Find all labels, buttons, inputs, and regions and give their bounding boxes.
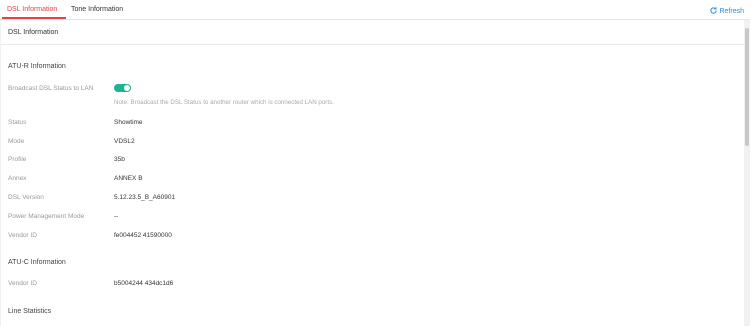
panel-title: DSL Information: [8, 29, 59, 36]
profile-label: Profile: [8, 156, 27, 163]
profile-value: 35b: [114, 156, 125, 163]
dsl-info-panel: DSL Information ATU-R Information Broadc…: [1, 20, 744, 326]
refresh-label: Refresh: [719, 8, 744, 15]
atuc-section-title: ATU-C Information: [8, 259, 66, 266]
power-management-label: Power Management Mode: [8, 213, 85, 220]
atuc-vendor-id-label: Vendor ID: [8, 280, 37, 287]
dsl-version-value: 5.12.23.5_B_A60901: [114, 194, 176, 201]
mode-value: VDSL2: [114, 138, 135, 145]
toggle-knob: [124, 85, 130, 91]
tab-dsl-information[interactable]: DSL Information: [7, 6, 57, 13]
tab-bar: DSL Information Tone Information Refresh: [0, 0, 750, 20]
broadcast-note: Note: Broadcast the DSL Status to anothe…: [114, 99, 334, 106]
tab-tone-information[interactable]: Tone Information: [71, 6, 123, 13]
annex-label: Annex: [8, 175, 27, 182]
status-label: Status: [8, 119, 27, 126]
annex-value: ANNEX B: [114, 175, 143, 182]
broadcast-label: Broadcast DSL Status to LAN: [8, 85, 94, 92]
power-management-value: --: [114, 213, 119, 220]
scrollbar-thumb[interactable]: [745, 28, 749, 146]
broadcast-toggle[interactable]: [114, 84, 131, 92]
line-statistics-title: Line Statistics: [8, 308, 52, 315]
dsl-version-label: DSL Version: [8, 194, 44, 201]
status-value: Showtime: [114, 119, 143, 126]
vendor-id-label: Vendor ID: [8, 232, 37, 239]
vendor-id-value: fe004452 41590000: [114, 232, 172, 239]
panel-header: DSL Information: [1, 20, 744, 45]
active-tab-indicator: [2, 17, 66, 19]
mode-label: Mode: [8, 138, 25, 145]
atuc-vendor-id-value: b5004244 434dc1d6: [114, 280, 174, 287]
atur-section-title: ATU-R Information: [8, 63, 66, 70]
refresh-button[interactable]: Refresh: [709, 6, 744, 15]
refresh-icon: [710, 7, 718, 14]
